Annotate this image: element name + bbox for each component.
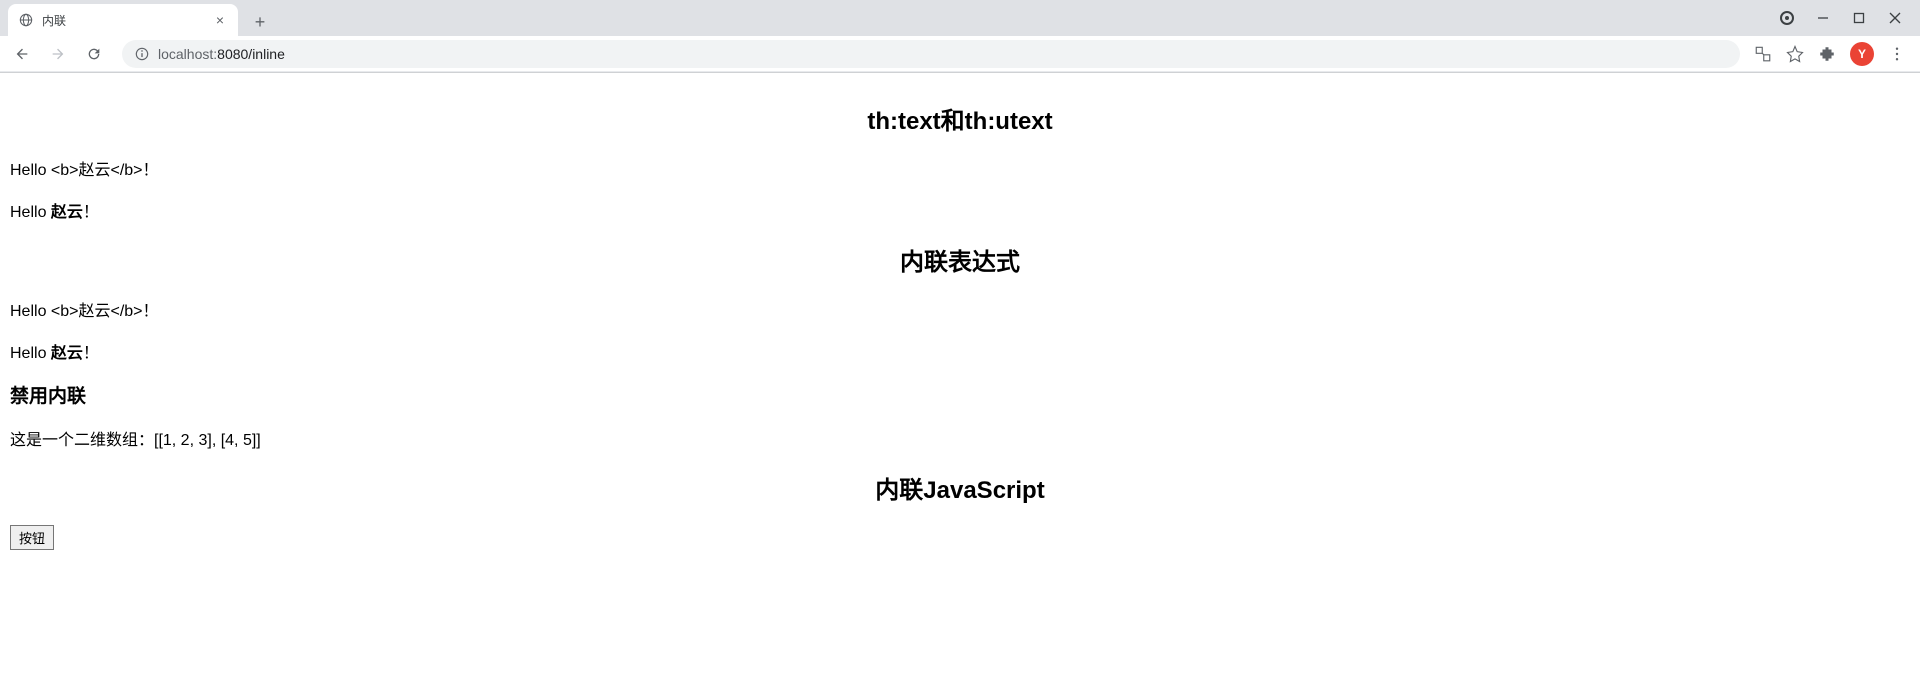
toolbar-right: Y: [1754, 42, 1912, 66]
heading-inline-js: 内联JavaScript: [10, 470, 1910, 505]
window-close-icon[interactable]: [1888, 11, 1902, 25]
address-bar[interactable]: localhost:8080/inline: [122, 40, 1740, 68]
account-icon[interactable]: [1780, 11, 1794, 25]
maximize-icon[interactable]: [1852, 11, 1866, 25]
window-controls: [1780, 0, 1920, 36]
globe-icon: [18, 12, 34, 28]
url-text: localhost:8080/inline: [158, 46, 285, 62]
translate-icon[interactable]: [1754, 45, 1772, 63]
minimize-icon[interactable]: [1816, 11, 1830, 25]
heading-disable-inline: 禁用内联: [10, 381, 1910, 408]
text-array: 这是一个二维数组：[[1, 2, 3], [4, 5]]: [10, 426, 1910, 450]
text-unescaped-2: Hello 赵云！: [10, 339, 1910, 363]
browser-toolbar: localhost:8080/inline Y: [0, 36, 1920, 72]
forward-button[interactable]: [44, 40, 72, 68]
close-icon[interactable]: ×: [212, 12, 228, 28]
heading-inline-expr: 内联表达式: [10, 242, 1910, 277]
tab-bar: 内联 × +: [0, 0, 1920, 36]
text-escaped-1: Hello <b>赵云</b>！: [10, 156, 1910, 180]
heading-thtext: th:text和th:utext: [10, 101, 1910, 136]
url-host: localhost:: [158, 46, 217, 62]
url-path: 8080/inline: [217, 46, 285, 62]
button[interactable]: 按钮: [10, 525, 54, 550]
browser-chrome: 内联 × + localhost:8080/inline: [0, 0, 1920, 73]
browser-tab[interactable]: 内联 ×: [8, 4, 238, 36]
star-icon[interactable]: [1786, 45, 1804, 63]
site-info-icon[interactable]: [134, 46, 150, 62]
menu-icon[interactable]: [1888, 45, 1906, 63]
back-button[interactable]: [8, 40, 36, 68]
new-tab-button[interactable]: +: [246, 8, 274, 36]
reload-button[interactable]: [80, 40, 108, 68]
text-escaped-2: Hello <b>赵云</b>！: [10, 297, 1910, 321]
text-unescaped-1: Hello 赵云！: [10, 198, 1910, 222]
page-content: th:text和th:utext Hello <b>赵云</b>！ Hello …: [0, 73, 1920, 558]
profile-avatar[interactable]: Y: [1850, 42, 1874, 66]
tab-title: 内联: [42, 12, 204, 29]
extensions-icon[interactable]: [1818, 45, 1836, 63]
